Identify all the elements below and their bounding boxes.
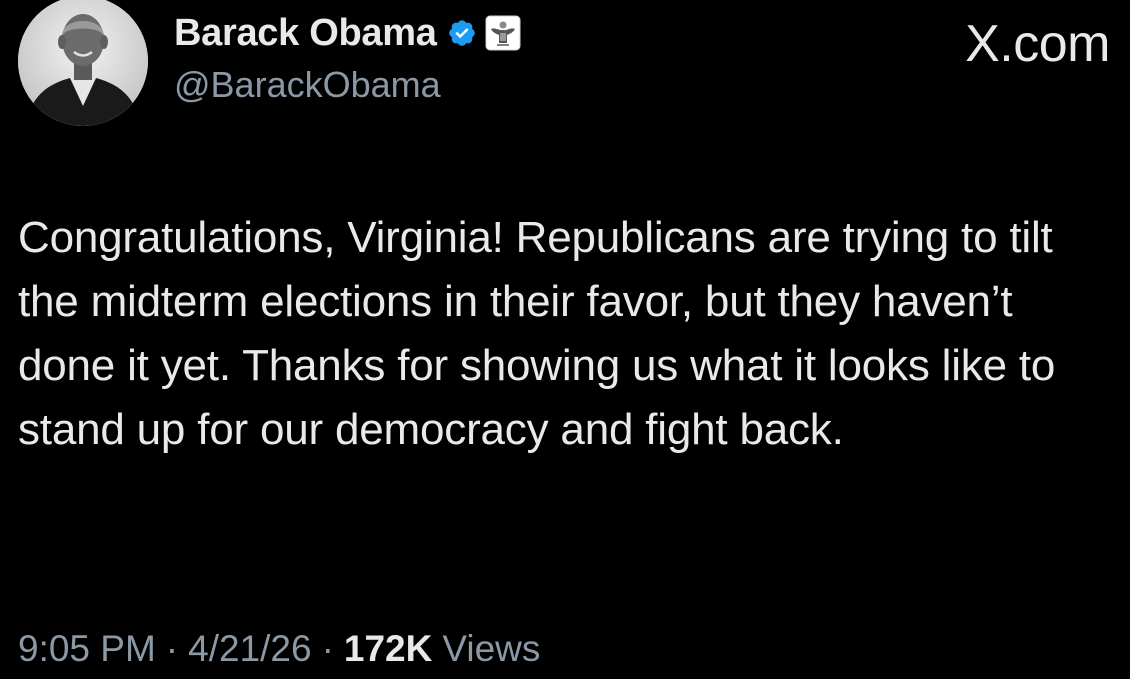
meta-separator: · xyxy=(165,628,179,669)
avatar[interactable] xyxy=(18,0,148,126)
government-seal-icon[interactable] xyxy=(485,15,521,51)
tweet-time[interactable]: 9:05 PM xyxy=(18,628,156,670)
tweet-card: Barack Obama @BarackObama X.com Congratu… xyxy=(0,0,1130,679)
tweet-meta: 9:05 PM · 4/21/26 · 172K Views xyxy=(18,628,540,670)
views-count: 172K xyxy=(343,628,433,669)
author-name[interactable]: Barack Obama xyxy=(174,12,437,55)
author-handle[interactable]: @BarackObama xyxy=(174,64,441,106)
tweet-text: Congratulations, Virginia! Republicans a… xyxy=(18,213,1056,454)
verified-badge-icon[interactable] xyxy=(447,18,477,48)
author-name-row: Barack Obama xyxy=(174,10,521,56)
tweet-date[interactable]: 4/21/26 xyxy=(188,628,311,670)
views-label: Views xyxy=(442,628,541,669)
avatar-photo xyxy=(18,0,148,126)
site-brand-label: X.com xyxy=(965,15,1110,73)
meta-separator: · xyxy=(321,628,334,669)
